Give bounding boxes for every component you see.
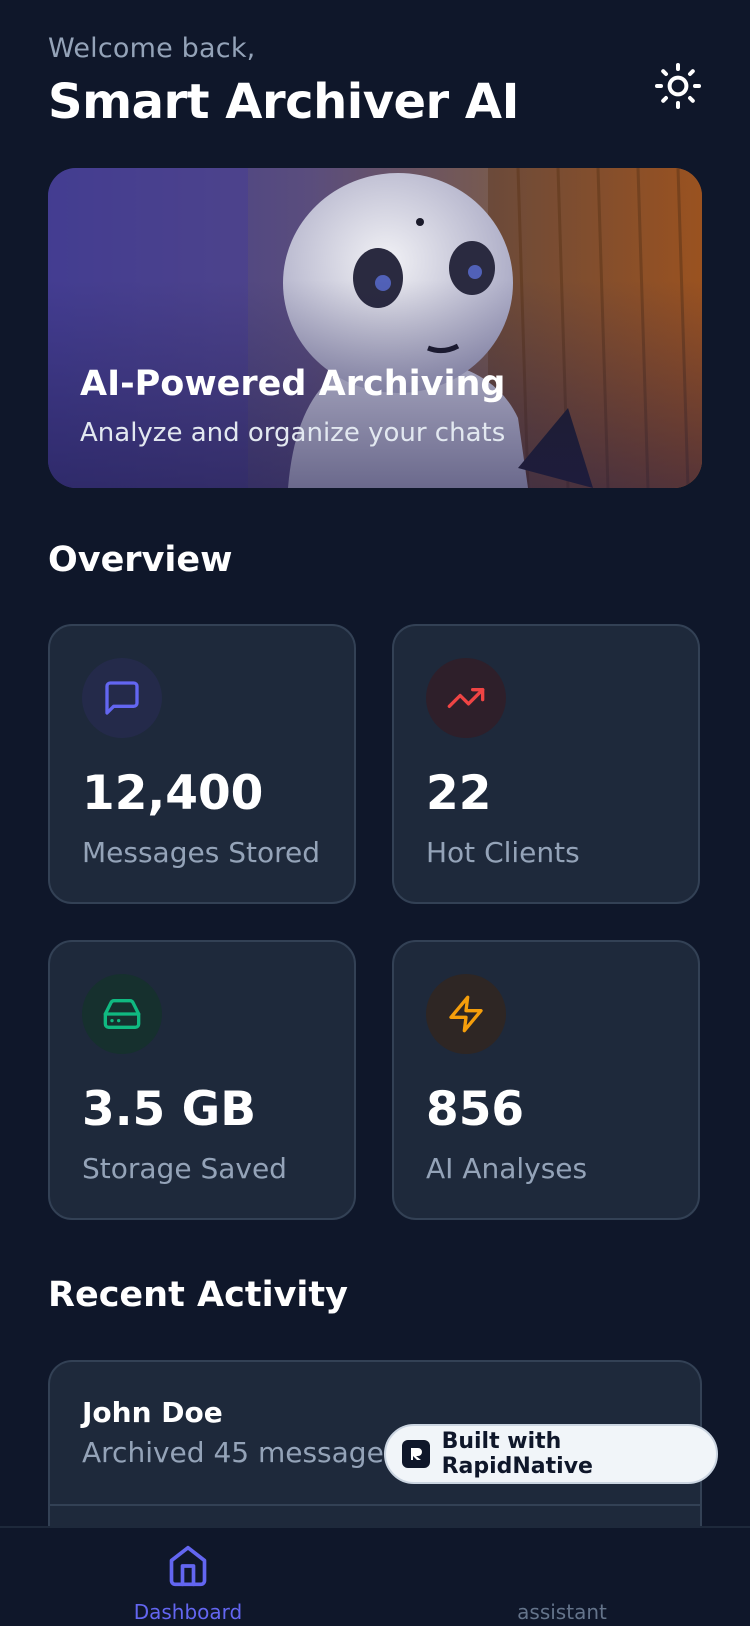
hero-banner[interactable]: AI-Powered Archiving Analyze and organiz… bbox=[48, 168, 702, 488]
theme-toggle-button[interactable] bbox=[650, 58, 706, 114]
zap-icon bbox=[449, 995, 483, 1033]
stat-label: Hot Clients bbox=[426, 836, 580, 869]
bottom-nav: Dashboard assistant bbox=[0, 1526, 750, 1624]
hard-drive-icon bbox=[103, 999, 141, 1029]
welcome-text: Welcome back, bbox=[48, 33, 256, 64]
stat-icon-bg bbox=[426, 974, 506, 1054]
stat-card-hot-clients[interactable]: 22 Hot Clients bbox=[392, 624, 700, 904]
recent-activity-heading: Recent Activity bbox=[48, 1275, 348, 1315]
stat-card-storage[interactable]: 3.5 GB Storage Saved bbox=[48, 940, 356, 1220]
stat-value: 3.5 GB bbox=[82, 1082, 257, 1137]
nav-item-dashboard[interactable]: Dashboard bbox=[88, 1528, 288, 1626]
rapidnative-logo-icon bbox=[402, 1440, 430, 1468]
stat-value: 12,400 bbox=[82, 766, 264, 821]
stat-card-ai-analyses[interactable]: 856 AI Analyses bbox=[392, 940, 700, 1220]
built-with-badge[interactable]: Built with RapidNative bbox=[384, 1424, 718, 1484]
sun-icon bbox=[655, 63, 701, 109]
nav-label: assistant bbox=[517, 1600, 607, 1624]
nav-label: Dashboard bbox=[133, 1600, 243, 1624]
overview-heading: Overview bbox=[48, 540, 233, 580]
nav-item-assistant[interactable]: assistant bbox=[462, 1528, 662, 1626]
stat-label: Storage Saved bbox=[82, 1152, 287, 1185]
hero-title: AI-Powered Archiving bbox=[80, 364, 506, 404]
stat-value: 856 bbox=[426, 1082, 525, 1137]
hero-subtitle: Analyze and organize your chats bbox=[80, 418, 506, 448]
activity-name: John Doe bbox=[82, 1396, 223, 1429]
stat-label: Messages Stored bbox=[82, 836, 320, 869]
trending-up-icon bbox=[447, 688, 485, 708]
message-square-icon bbox=[105, 681, 139, 715]
stat-card-messages[interactable]: 12,400 Messages Stored bbox=[48, 624, 356, 904]
stat-icon-bg bbox=[82, 658, 162, 738]
stat-icon-bg bbox=[82, 974, 162, 1054]
stat-label: AI Analyses bbox=[426, 1152, 588, 1185]
home-icon bbox=[169, 1545, 207, 1587]
badge-text: Built with RapidNative bbox=[441, 1429, 593, 1479]
page-title: Smart Archiver AI bbox=[48, 74, 519, 130]
stat-value: 22 bbox=[426, 766, 492, 821]
stat-icon-bg bbox=[426, 658, 506, 738]
activity-description: Archived 45 messages bbox=[82, 1436, 399, 1469]
